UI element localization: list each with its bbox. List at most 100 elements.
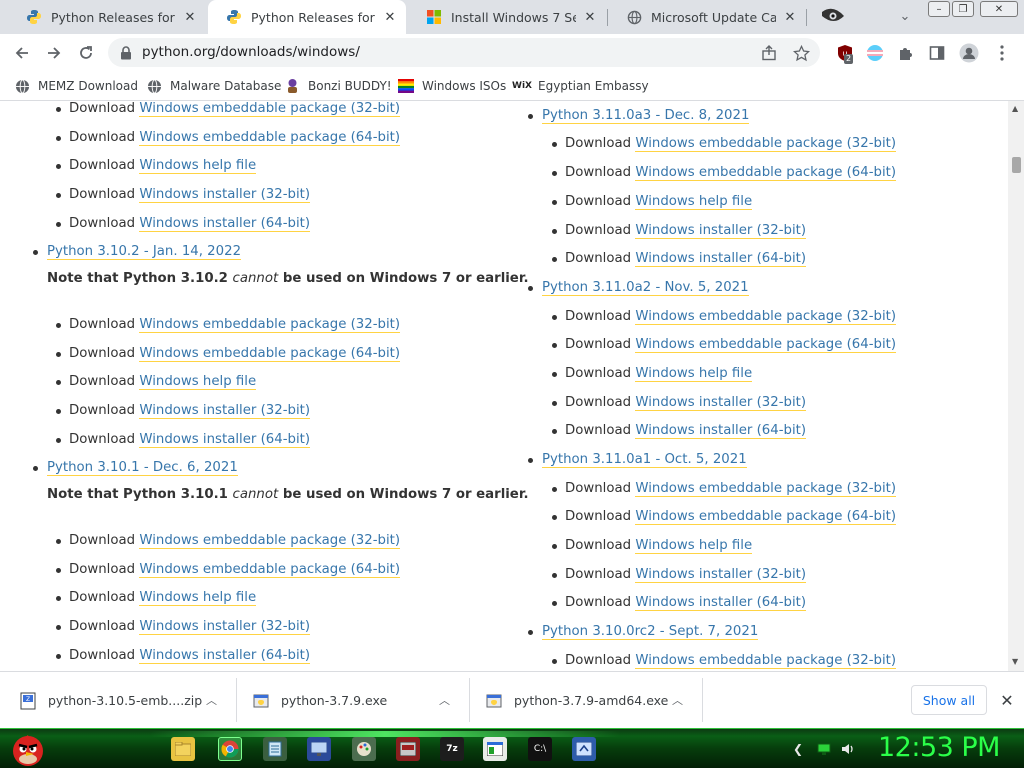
- release-heading: Python 3.10.1 - Dec. 6, 2021: [33, 460, 238, 476]
- download-link[interactable]: Windows embeddable package (64-bit): [635, 337, 897, 353]
- download-link[interactable]: Windows embeddable package (32-bit): [635, 653, 897, 669]
- chevron-up-icon[interactable]: ︿: [672, 692, 683, 708]
- pride-extension-icon[interactable]: [862, 40, 888, 66]
- tab-close-icon[interactable]: ✕: [782, 9, 798, 25]
- command-prompt-icon[interactable]: C:\: [528, 737, 552, 761]
- download-link[interactable]: Windows installer (32-bit): [139, 403, 311, 419]
- 7zip-icon[interactable]: 7z: [440, 737, 464, 761]
- scrollbar-thumb[interactable]: [1012, 157, 1021, 173]
- download-link[interactable]: Windows embeddable package (32-bit): [139, 101, 401, 117]
- download-link[interactable]: Windows installer (64-bit): [635, 595, 807, 611]
- download-link[interactable]: Windows embeddable package (64-bit): [635, 165, 897, 181]
- download-link[interactable]: Windows embeddable package (64-bit): [139, 346, 401, 362]
- tab-close-icon[interactable]: ✕: [582, 9, 598, 25]
- download-link[interactable]: Windows installer (64-bit): [635, 251, 807, 267]
- scroll-up-arrow-icon[interactable]: ▲: [1012, 104, 1018, 113]
- download-link[interactable]: Windows help file: [139, 158, 257, 174]
- download-link[interactable]: Windows installer (64-bit): [139, 432, 311, 448]
- download-link[interactable]: Windows help file: [635, 538, 753, 554]
- notepad-icon[interactable]: [263, 737, 287, 761]
- release-link[interactable]: Python 3.10.2 - Jan. 14, 2022: [47, 244, 242, 260]
- download-link[interactable]: Windows embeddable package (64-bit): [635, 509, 897, 525]
- download-item-exe[interactable]: python-3.7.9.exe ︿: [253, 672, 458, 729]
- download-link[interactable]: Windows installer (64-bit): [139, 216, 311, 232]
- download-item-zip[interactable]: Z python-3.10.5-emb....zip ︿: [20, 672, 225, 729]
- lock-icon[interactable]: [120, 45, 134, 60]
- download-link[interactable]: Windows installer (64-bit): [635, 423, 807, 439]
- download-link[interactable]: Windows embeddable package (32-bit): [635, 481, 897, 497]
- release-link[interactable]: Python 3.10.1 - Dec. 6, 2021: [47, 460, 238, 476]
- download-link[interactable]: Windows embeddable package (32-bit): [139, 533, 401, 549]
- side-panel-icon[interactable]: [924, 40, 950, 66]
- download-item: Download Windows embeddable package (32-…: [55, 317, 401, 333]
- control-panel-icon[interactable]: [307, 737, 331, 761]
- download-link[interactable]: Windows help file: [139, 374, 257, 390]
- download-item: Download Windows installer (64-bit): [551, 423, 807, 439]
- download-link[interactable]: Windows installer (64-bit): [139, 648, 311, 664]
- download-link[interactable]: Windows help file: [635, 366, 753, 382]
- bookmark-windows-isos[interactable]: Windows ISOs: [398, 76, 506, 96]
- download-item-exe-amd64[interactable]: python-3.7.9-amd64.exe ︿: [486, 672, 691, 729]
- release-link[interactable]: Python 3.10.0rc2 - Sept. 7, 2021: [542, 624, 759, 640]
- release-heading: Python 3.11.0a3 - Dec. 8, 2021: [527, 108, 750, 124]
- download-link[interactable]: Windows installer (32-bit): [139, 619, 311, 635]
- scroll-down-arrow-icon[interactable]: ▼: [1012, 657, 1018, 666]
- download-link[interactable]: Windows installer (32-bit): [635, 395, 807, 411]
- bookmark-star-icon[interactable]: [788, 40, 814, 66]
- volume-icon[interactable]: [840, 741, 856, 757]
- network-icon[interactable]: [816, 741, 832, 757]
- tab-close-icon[interactable]: ✕: [382, 9, 398, 25]
- release-link[interactable]: Python 3.11.0a1 - Oct. 5, 2021: [542, 452, 747, 468]
- show-all-button[interactable]: Show all: [911, 685, 987, 715]
- release-link[interactable]: Python 3.11.0a3 - Dec. 8, 2021: [542, 108, 750, 124]
- tab-search-chevron-down-icon[interactable]: ⌄: [892, 3, 918, 29]
- download-link[interactable]: Windows installer (32-bit): [635, 567, 807, 583]
- download-link[interactable]: Windows installer (32-bit): [635, 223, 807, 239]
- chrome-icon[interactable]: [218, 737, 242, 761]
- bookmark-memz-download[interactable]: MEMZ Download: [14, 76, 138, 96]
- taskbar-clock[interactable]: 12:53 PM: [878, 732, 1000, 763]
- ublock-origin-extension-icon[interactable]: u 2: [832, 40, 858, 66]
- paint-icon[interactable]: [352, 737, 376, 761]
- tab-install-windows-7[interactable]: Install Windows 7 Service ✕: [408, 0, 606, 34]
- window-app-icon[interactable]: [483, 737, 507, 761]
- bookmark-egyptian-embassy[interactable]: WiX Egyptian Embassy: [512, 76, 649, 96]
- download-link[interactable]: Windows embeddable package (64-bit): [139, 130, 401, 146]
- tab-python-releases-1[interactable]: Python Releases for Wind ✕: [8, 0, 206, 34]
- close-window-button[interactable]: ✕: [980, 1, 1018, 17]
- download-link[interactable]: Windows embeddable package (32-bit): [139, 317, 401, 333]
- bookmark-label: Windows ISOs: [422, 79, 507, 93]
- share-icon[interactable]: [756, 40, 782, 66]
- download-link[interactable]: Windows help file: [139, 590, 257, 606]
- menu-kebab-icon[interactable]: [989, 40, 1015, 66]
- download-link[interactable]: Windows embeddable package (32-bit): [635, 309, 897, 325]
- bookmark-bonzi-buddy[interactable]: Bonzi BUDDY!: [284, 76, 392, 96]
- show-hidden-icons-icon[interactable]: ❮: [790, 741, 806, 757]
- tab-microsoft-update-catalog[interactable]: Microsoft Update Catalog ✕: [608, 0, 806, 34]
- extensions-puzzle-icon[interactable]: [893, 40, 919, 66]
- windows-update-icon[interactable]: [572, 737, 596, 761]
- close-shelf-icon[interactable]: ✕: [997, 690, 1017, 710]
- start-button-angry-bird-icon[interactable]: [8, 729, 48, 768]
- forward-button[interactable]: [41, 40, 67, 66]
- page-scrollbar[interactable]: ▲ ▼: [1008, 101, 1024, 671]
- download-link[interactable]: Windows help file: [635, 194, 753, 210]
- chevron-up-icon[interactable]: ︿: [206, 692, 217, 708]
- download-link[interactable]: Windows installer (32-bit): [139, 187, 311, 203]
- new-tab-button[interactable]: [818, 2, 848, 32]
- bookmark-malware-database[interactable]: Malware Database: [146, 76, 281, 96]
- reload-button[interactable]: [73, 40, 99, 66]
- profile-avatar-icon[interactable]: [956, 40, 982, 66]
- maximize-button[interactable]: ❐: [952, 1, 974, 17]
- chevron-up-icon[interactable]: ︿: [439, 692, 450, 708]
- file-explorer-icon[interactable]: [171, 737, 195, 761]
- tab-python-releases-2[interactable]: Python Releases for Wind ✕: [208, 0, 406, 34]
- release-link[interactable]: Python 3.11.0a2 - Nov. 5, 2021: [542, 280, 749, 296]
- tab-close-icon[interactable]: ✕: [182, 9, 198, 25]
- download-link[interactable]: Windows embeddable package (64-bit): [139, 562, 401, 578]
- address-bar[interactable]: python.org/downloads/windows/: [108, 38, 820, 67]
- back-button[interactable]: [9, 40, 35, 66]
- download-link[interactable]: Windows embeddable package (32-bit): [635, 136, 897, 152]
- minimize-button[interactable]: –: [928, 1, 950, 17]
- media-player-icon[interactable]: [396, 737, 420, 761]
